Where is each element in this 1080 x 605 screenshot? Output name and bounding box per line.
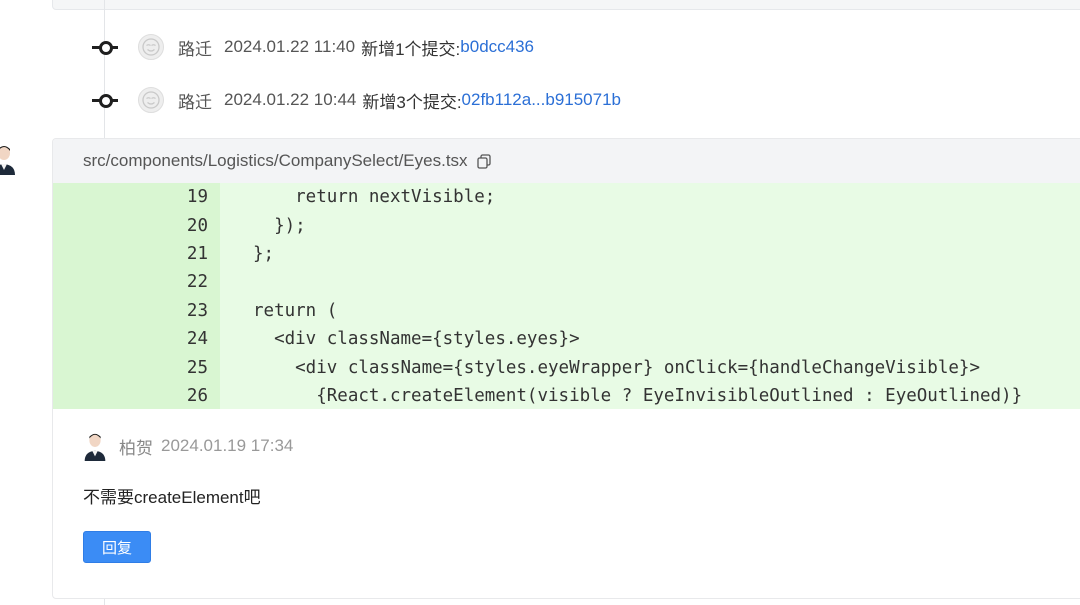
reviewer-avatar bbox=[0, 143, 16, 175]
commit-time: 2024.01.22 10:44 bbox=[224, 90, 357, 109]
code-text: return nextVisible; bbox=[253, 187, 496, 208]
commit-entry: 路迁 2024.01.22 11:40 新增1个提交: b0dcc436 bbox=[92, 32, 534, 62]
code-line: 25 <div className={styles.eyeWrapper} on… bbox=[53, 353, 1080, 381]
diff-comment-card: src/components/Logistics/CompanySelect/E… bbox=[52, 138, 1080, 599]
commit-node-icon bbox=[92, 40, 118, 55]
comment-body: 不需要createElement吧 bbox=[83, 488, 261, 507]
file-header: src/components/Logistics/CompanySelect/E… bbox=[53, 139, 1080, 183]
code-text: <div className={styles.eyes}> bbox=[253, 329, 580, 350]
code-text: {React.createElement(visible ? EyeInvisi… bbox=[253, 385, 1023, 406]
person-avatar-icon bbox=[0, 143, 16, 175]
avatar bbox=[138, 87, 164, 113]
code-line: 21}; bbox=[53, 240, 1080, 268]
line-number: 26 bbox=[186, 385, 208, 406]
code-diff: 19 return nextVisible; 20 }); 21}; 22 23… bbox=[53, 183, 1080, 409]
file-path: src/components/Logistics/CompanySelect/E… bbox=[83, 151, 468, 170]
commit-entry: 路迁 2024.01.22 10:44 新增3个提交: 02fb112a...b… bbox=[92, 85, 621, 115]
line-number: 23 bbox=[186, 300, 208, 321]
review-comment: 柏贺 2024.01.19 17:34 不需要createElement吧 回复 bbox=[83, 431, 293, 563]
code-text: return ( bbox=[253, 300, 338, 321]
commit-message: 新增1个提交: bbox=[361, 39, 461, 59]
avatar bbox=[83, 431, 107, 461]
commit-range-link[interactable]: 02fb112a...b915071b bbox=[462, 90, 621, 110]
line-number: 20 bbox=[186, 215, 208, 236]
code-line: 23 return ( bbox=[53, 297, 1080, 325]
commit-message: 新增3个提交: bbox=[362, 92, 462, 112]
copy-icon[interactable] bbox=[476, 153, 492, 169]
smiley-avatar-icon bbox=[142, 91, 160, 109]
commit-hash-link[interactable]: b0dcc436 bbox=[460, 37, 534, 57]
comment-author: 柏贺 bbox=[119, 438, 153, 458]
code-line: 19 return nextVisible; bbox=[53, 183, 1080, 211]
previous-card bbox=[52, 0, 1080, 10]
line-number: 25 bbox=[186, 357, 208, 378]
commit-time: 2024.01.22 11:40 bbox=[224, 37, 356, 56]
smiley-avatar-icon bbox=[142, 38, 160, 56]
line-number: 22 bbox=[186, 272, 208, 293]
code-text: <div className={styles.eyeWrapper} onCli… bbox=[253, 357, 980, 378]
comment-time: 2024.01.19 17:34 bbox=[161, 436, 294, 455]
line-number: 19 bbox=[186, 187, 208, 208]
line-number: 24 bbox=[186, 329, 208, 350]
code-line: 26 {React.createElement(visible ? EyeInv… bbox=[53, 382, 1080, 410]
code-line: 24 <div className={styles.eyes}> bbox=[53, 325, 1080, 353]
reply-button[interactable]: 回复 bbox=[83, 531, 151, 563]
line-number: 21 bbox=[186, 243, 208, 264]
code-line: 20 }); bbox=[53, 211, 1080, 239]
timeline-line bbox=[104, 0, 105, 140]
avatar bbox=[138, 34, 164, 60]
code-text: }); bbox=[253, 215, 306, 236]
commit-author: 路迁 bbox=[178, 92, 212, 112]
comment-meta: 柏贺 2024.01.19 17:34 bbox=[83, 431, 293, 461]
code-text: }; bbox=[253, 243, 275, 264]
commit-author: 路迁 bbox=[178, 39, 212, 59]
code-line: 22 bbox=[53, 268, 1080, 296]
commit-node-icon bbox=[92, 93, 118, 108]
person-avatar-icon bbox=[83, 431, 107, 461]
